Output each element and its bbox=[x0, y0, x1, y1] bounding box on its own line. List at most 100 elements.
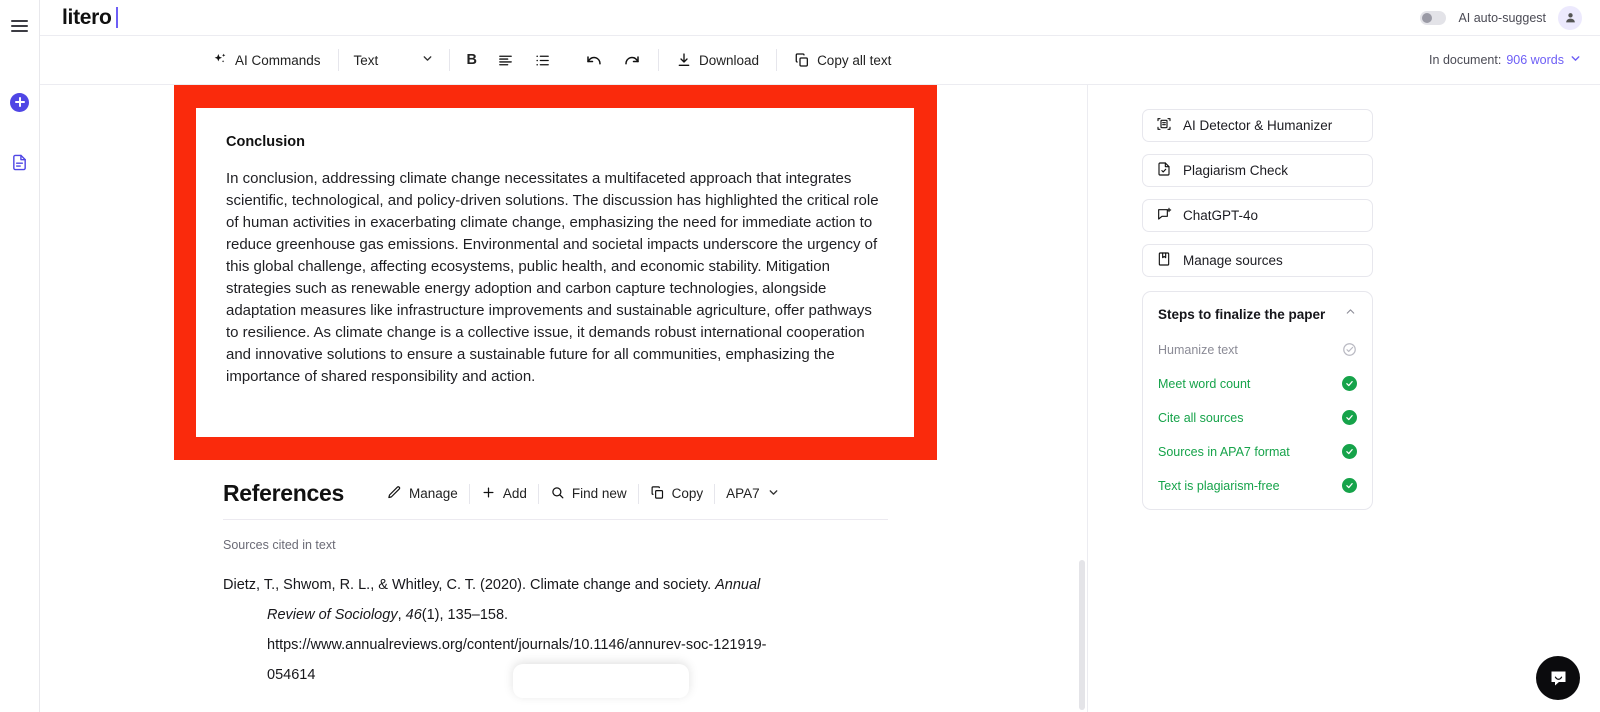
undo-icon[interactable] bbox=[575, 46, 613, 74]
header-right-group: AI auto-suggest bbox=[1420, 5, 1582, 30]
app-root: litero AI auto-suggest AI Commands Text … bbox=[0, 0, 1600, 712]
find-new-label: Find new bbox=[571, 486, 627, 501]
bold-button[interactable]: B bbox=[457, 47, 487, 73]
citation-style-select[interactable]: APA7 bbox=[715, 482, 791, 506]
reference-url-line-1: https://www.annualreviews.org/content/jo… bbox=[267, 637, 767, 653]
reference-volume: 46 bbox=[405, 607, 422, 623]
ai-auto-suggest-toggle[interactable] bbox=[1420, 10, 1447, 25]
toolbar-divider bbox=[658, 49, 660, 71]
editor-body: Conclusion In conclusion, addressing cli… bbox=[40, 85, 1600, 712]
step-label: Meet word count bbox=[1158, 376, 1251, 391]
conclusion-paragraph: In conclusion, addressing climate change… bbox=[226, 170, 879, 385]
title-text-caret bbox=[115, 7, 118, 28]
text-style-select[interactable]: Text bbox=[346, 47, 442, 73]
brand-logo: litero bbox=[62, 6, 118, 30]
check-circle-filled-icon bbox=[1342, 410, 1357, 425]
book-icon bbox=[1156, 251, 1172, 270]
floating-toolbar-pill[interactable] bbox=[513, 664, 689, 698]
step-label: Text is plagiarism-free bbox=[1158, 478, 1280, 493]
step-item-humanize-text[interactable]: Humanize text bbox=[1158, 342, 1357, 357]
download-button[interactable]: Download bbox=[666, 47, 769, 73]
document-icon[interactable] bbox=[6, 148, 34, 176]
bullet-list-icon[interactable] bbox=[524, 47, 561, 74]
manage-sources-label: Manage sources bbox=[1183, 253, 1283, 268]
step-label: Cite all sources bbox=[1158, 410, 1244, 425]
copy-label: Copy bbox=[671, 486, 704, 501]
references-subtitle: Sources cited in text bbox=[223, 538, 336, 552]
right-side-panel: AI Detector & Humanizer Plagiarism Check bbox=[1088, 85, 1600, 712]
check-circle-filled-icon bbox=[1342, 478, 1357, 493]
chevron-down-icon bbox=[767, 486, 780, 502]
check-circle-outline-icon bbox=[1342, 342, 1357, 357]
ai-detector-label: AI Detector & Humanizer bbox=[1183, 118, 1333, 133]
toolbar-divider bbox=[448, 49, 450, 71]
copy-icon bbox=[650, 485, 665, 503]
word-count-dropdown[interactable]: In document: 906 words bbox=[1429, 52, 1582, 68]
add-reference-button[interactable]: Add bbox=[470, 481, 538, 507]
main-column: litero AI auto-suggest AI Commands Text … bbox=[40, 0, 1600, 712]
chevron-down-icon bbox=[1569, 52, 1582, 68]
sparkle-icon bbox=[212, 52, 228, 68]
toolbar-divider bbox=[337, 49, 339, 71]
plus-icon bbox=[481, 485, 496, 503]
step-label: Humanize text bbox=[1158, 342, 1238, 357]
references-title: References bbox=[223, 480, 345, 506]
chevron-down-icon bbox=[421, 52, 434, 68]
steps-header[interactable]: Steps to finalize the paper bbox=[1158, 305, 1357, 323]
copy-references-button[interactable]: Copy bbox=[639, 481, 715, 507]
left-rail bbox=[0, 0, 40, 712]
download-icon bbox=[676, 52, 692, 68]
ai-auto-suggest-label: AI auto-suggest bbox=[1458, 10, 1546, 25]
find-new-reference-button[interactable]: Find new bbox=[539, 481, 638, 507]
step-label: Sources in APA7 format bbox=[1158, 444, 1290, 459]
steps-title: Steps to finalize the paper bbox=[1158, 306, 1326, 322]
plus-circle-glyph bbox=[10, 92, 29, 112]
chatgpt-4o-button[interactable]: ChatGPT-4o bbox=[1142, 199, 1373, 232]
bold-label: B bbox=[466, 52, 478, 68]
conclusion-section[interactable]: Conclusion In conclusion, addressing cli… bbox=[196, 108, 914, 437]
manage-sources-button[interactable]: Manage sources bbox=[1142, 244, 1373, 277]
ai-detector-humanizer-button[interactable]: AI Detector & Humanizer bbox=[1142, 109, 1373, 142]
document-scrollbar[interactable] bbox=[1079, 85, 1085, 712]
pencil-icon bbox=[387, 485, 402, 503]
text-style-value: Text bbox=[353, 52, 379, 68]
manage-label: Manage bbox=[409, 486, 458, 501]
document-pane[interactable]: Conclusion In conclusion, addressing cli… bbox=[40, 85, 1088, 712]
scrollbar-thumb[interactable] bbox=[1079, 560, 1085, 710]
brand-name: litero bbox=[62, 5, 112, 29]
in-document-label: In document: bbox=[1429, 53, 1502, 67]
align-left-icon[interactable] bbox=[487, 47, 524, 74]
reference-journal-part: Annual bbox=[715, 577, 761, 593]
conclusion-heading: Conclusion bbox=[226, 134, 305, 150]
hamburger-menu-icon[interactable] bbox=[6, 12, 34, 40]
toolbar-divider bbox=[776, 49, 778, 71]
references-section: References Manage Add Find new Copy APA7… bbox=[223, 480, 888, 698]
editor-toolbar: AI Commands Text B Download Copy all tex… bbox=[40, 36, 1600, 85]
ai-detector-icon bbox=[1156, 116, 1172, 135]
manage-references-button[interactable]: Manage bbox=[376, 481, 469, 507]
references-actions: Manage Add Find new Copy APA7 bbox=[376, 481, 791, 507]
intercom-chat-icon[interactable] bbox=[1536, 656, 1580, 700]
word-count-value: 906 words bbox=[1506, 53, 1564, 67]
check-circle-filled-icon bbox=[1342, 376, 1357, 391]
plagiarism-check-label: Plagiarism Check bbox=[1183, 163, 1289, 178]
step-item-sources-apa7-format[interactable]: Sources in APA7 format bbox=[1158, 444, 1357, 459]
copy-all-text-label: Copy all text bbox=[817, 52, 892, 68]
check-circle-filled-icon bbox=[1342, 444, 1357, 459]
hamburger-glyph bbox=[11, 20, 28, 32]
chat-plus-icon bbox=[1156, 206, 1172, 225]
add-new-icon[interactable] bbox=[6, 88, 34, 116]
search-icon bbox=[550, 485, 565, 503]
user-avatar-icon[interactable] bbox=[1558, 5, 1582, 30]
reference-text-part: Dietz, T., Shwom, R. L., & Whitley, C. T… bbox=[223, 577, 716, 593]
step-item-meet-word-count[interactable]: Meet word count bbox=[1158, 376, 1357, 391]
ai-commands-button[interactable]: AI Commands bbox=[202, 47, 331, 73]
redo-icon[interactable] bbox=[613, 46, 651, 74]
reference-line-2: Review of Sociology, 46(1), 135–158. bbox=[223, 600, 888, 630]
chevron-up-icon[interactable] bbox=[1344, 305, 1357, 323]
copy-all-text-button[interactable]: Copy all text bbox=[784, 47, 901, 73]
step-item-cite-all-sources[interactable]: Cite all sources bbox=[1158, 410, 1357, 425]
highlight-selection-block: Conclusion In conclusion, addressing cli… bbox=[174, 85, 937, 460]
step-item-text-plagiarism-free[interactable]: Text is plagiarism-free bbox=[1158, 478, 1357, 493]
plagiarism-check-button[interactable]: Plagiarism Check bbox=[1142, 154, 1373, 187]
